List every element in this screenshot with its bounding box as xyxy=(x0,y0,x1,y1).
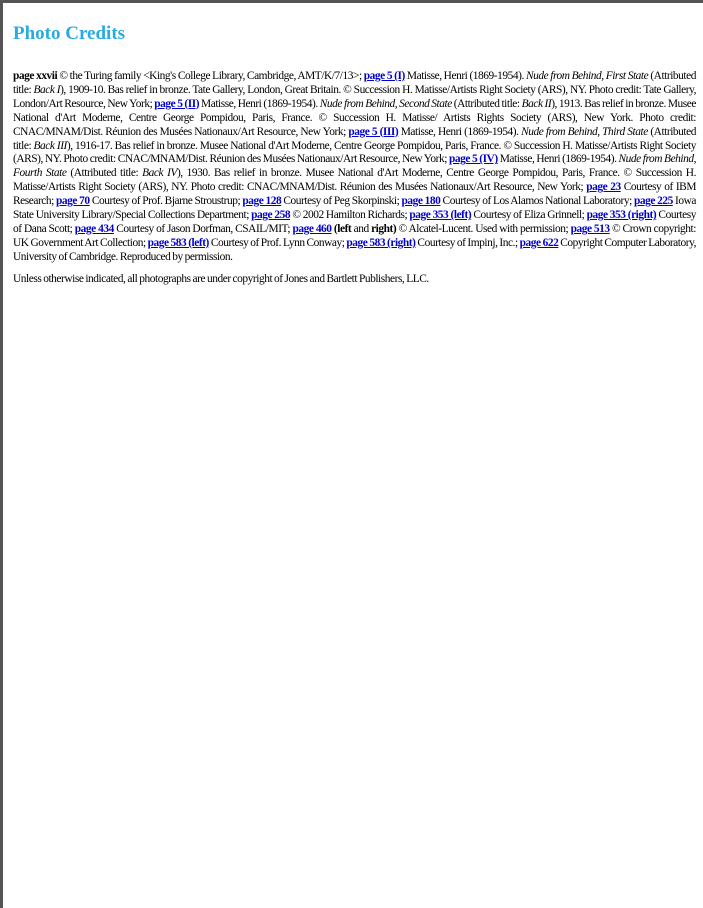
page-link[interactable]: page 5 (III) xyxy=(348,126,398,138)
artwork-title: Back I xyxy=(33,83,61,96)
page-link[interactable]: page 434 xyxy=(75,223,115,235)
credit-text: © 2002 Hamilton Richards; xyxy=(290,209,410,222)
page-link[interactable]: page 128 xyxy=(242,195,281,207)
copyright-note: Unless otherwise indicated, all photogra… xyxy=(13,272,429,285)
page-title: Photo Credits xyxy=(13,23,126,44)
credit-text: Courtesy of Los Alamos National Laborato… xyxy=(440,195,634,208)
credit-text: Courtesy of Prof. Bjarne Stroustrup; xyxy=(89,195,243,208)
bold-text: (left xyxy=(333,222,352,235)
page-link[interactable]: page 70 xyxy=(56,195,90,207)
credit-text: and xyxy=(351,222,372,235)
page-link[interactable]: page 622 xyxy=(520,237,559,249)
credit-text: Courtesy of Jason Dorfman, CSAIL/MIT; xyxy=(113,222,293,235)
artwork-title: Nude from Behind, Second State xyxy=(319,97,453,110)
page-link[interactable]: page 353 (right) xyxy=(587,209,657,221)
credit-text: Matisse, Henri (1869-1954). xyxy=(497,153,619,166)
page-link[interactable]: page 180 xyxy=(402,195,441,207)
page-link[interactable]: page 460 xyxy=(292,223,332,235)
credit-text: Courtesy of Prof. Lynn Conway; xyxy=(208,236,347,249)
artwork-title: Back IV xyxy=(142,167,177,180)
credit-text: © the Turing family <King's College Libr… xyxy=(57,70,364,82)
page-link[interactable]: page 258 xyxy=(251,209,290,221)
page-link[interactable]: page 583 (left) xyxy=(148,237,210,249)
credit-text: Matisse, Henri (1869-1954). xyxy=(404,70,526,82)
credit-text: (Attributed title: xyxy=(451,97,522,110)
credit-text: (Attributed title: xyxy=(66,167,143,180)
page-link[interactable]: page 353 (left) xyxy=(409,209,471,221)
credit-text: Courtesy of Impinj, Inc.; xyxy=(415,236,520,249)
credit-text: © Alcatel-Lucent. Used with permission; xyxy=(396,222,571,235)
page-content: Photo Credits page xxvii © the Turing fa… xyxy=(13,22,696,287)
page-link[interactable]: page 513 xyxy=(571,223,611,235)
window-frame-top xyxy=(0,0,703,3)
artwork-title: Nude from Behind, Third State xyxy=(521,125,648,138)
page-link[interactable]: page 225 xyxy=(634,195,673,207)
window-frame-left xyxy=(0,0,3,908)
credits-paragraph: page xxvii © the Turing family <King's C… xyxy=(13,70,696,265)
page-link[interactable]: page 5 (II) xyxy=(154,98,199,110)
bold-text: right) xyxy=(371,222,397,235)
page-link[interactable]: page 583 (right) xyxy=(346,237,416,249)
page-link[interactable]: page 5 (IV) xyxy=(449,153,498,165)
artwork-title: Nude from Behind, First State xyxy=(525,70,649,82)
credit-text: Courtesy of Peg Skorpinski; xyxy=(281,195,402,208)
credit-text: Matisse, Henri (1869-1954). xyxy=(398,125,522,138)
page-link[interactable]: page 5 (I) xyxy=(364,70,406,82)
artwork-title: Back II xyxy=(521,97,552,110)
artwork-title: Back III xyxy=(33,139,68,152)
page-link[interactable]: page 23 xyxy=(586,181,621,193)
bold-text: page xxvii xyxy=(13,70,58,82)
credit-text: Courtesy of Eliza Grinnell; xyxy=(471,209,587,222)
credit-text: Matisse, Henri (1869-1954). xyxy=(199,97,320,110)
